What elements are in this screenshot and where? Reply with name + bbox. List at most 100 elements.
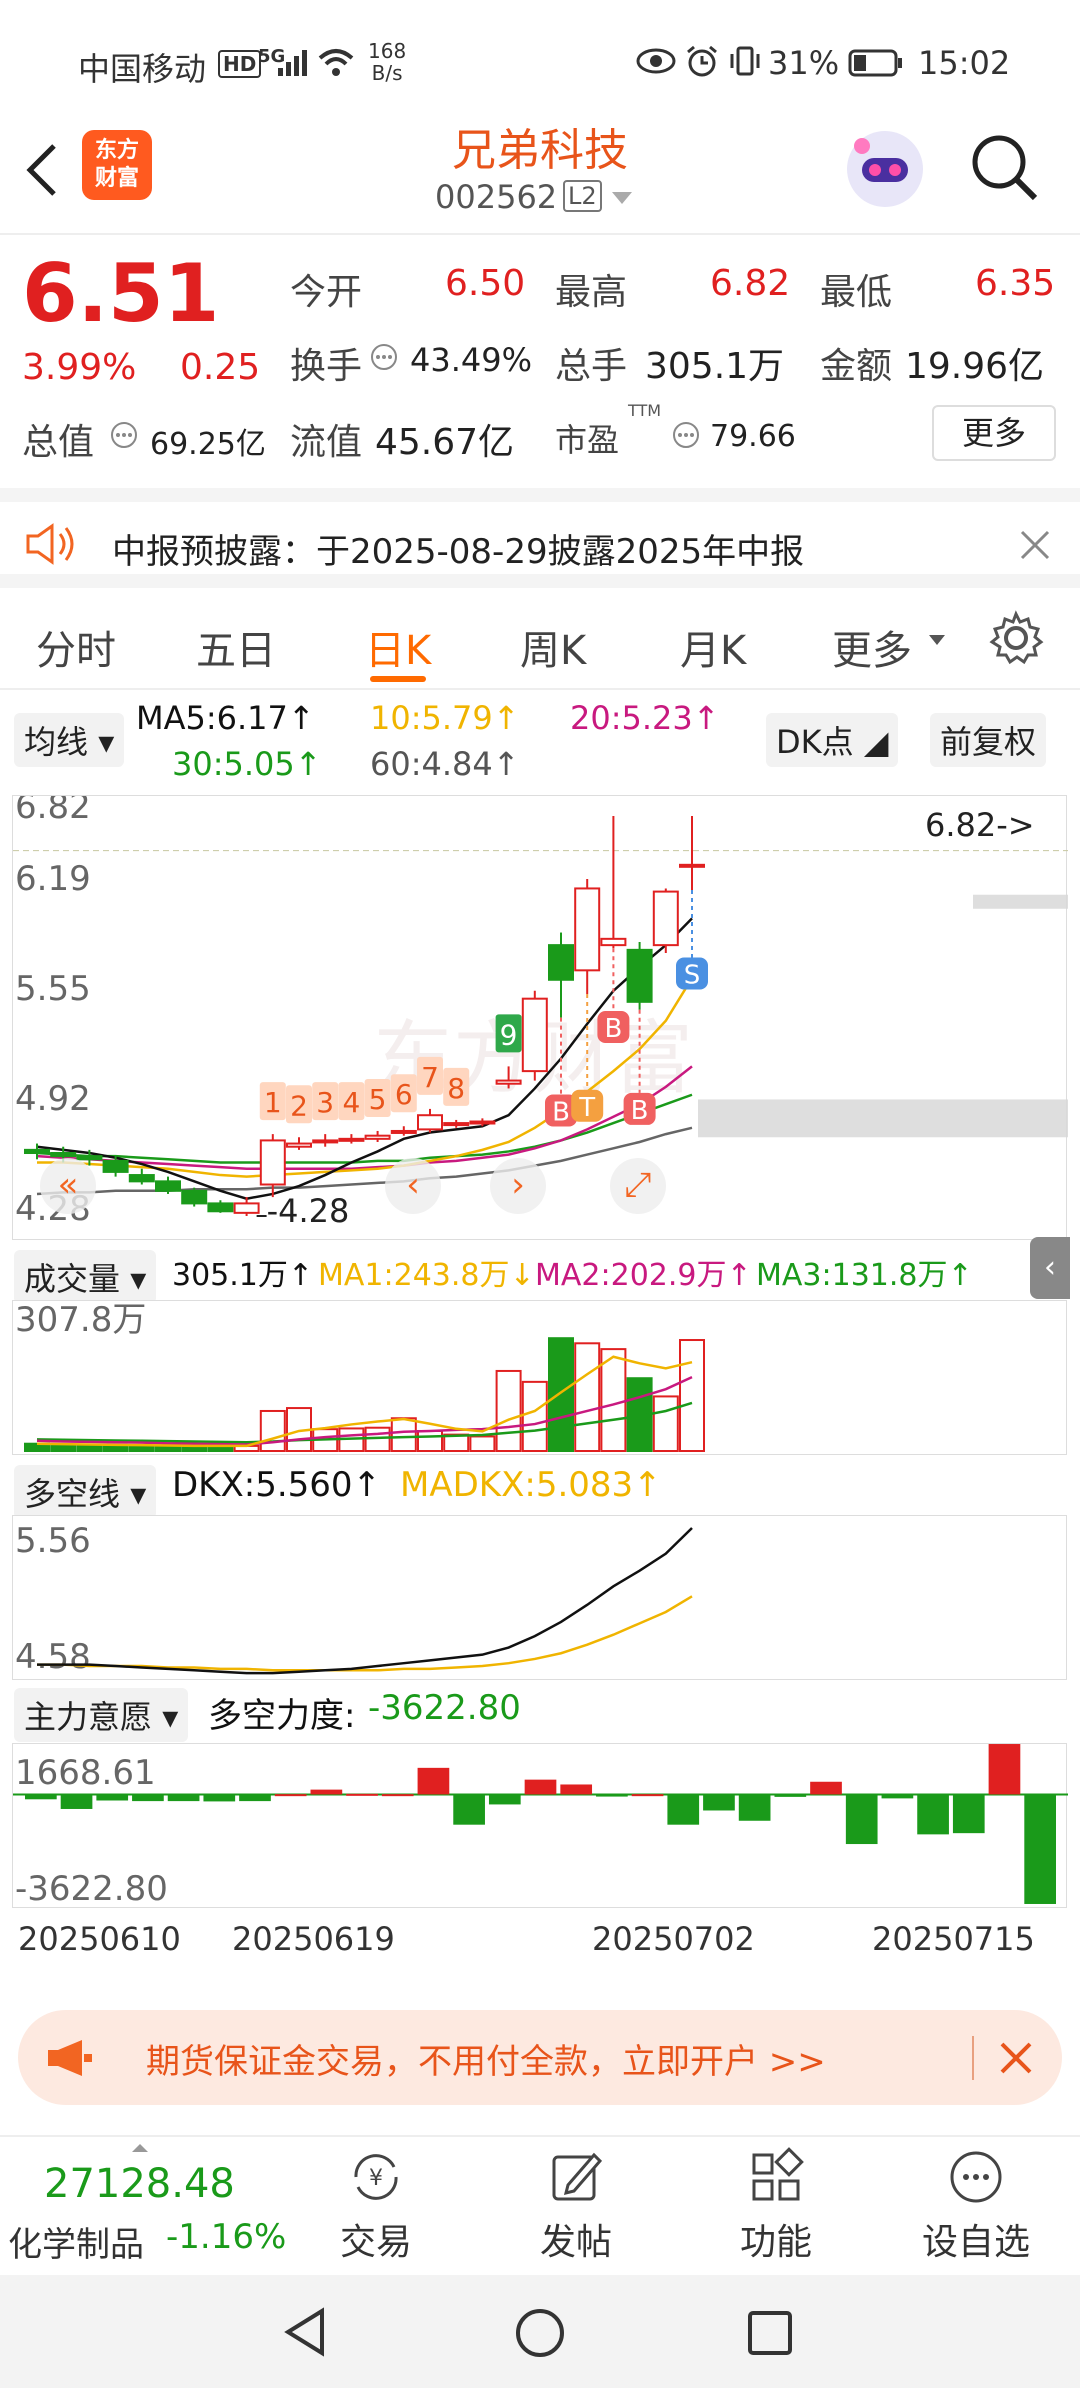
- dk-point-button[interactable]: DK点 ◢: [766, 713, 899, 767]
- volume-value: 305.1万: [645, 346, 785, 387]
- tab-five-day[interactable]: 五日: [196, 618, 276, 676]
- tab-weekly-k[interactable]: 周K: [520, 618, 586, 676]
- change-percent: 3.99%: [22, 347, 137, 388]
- low-label: 最低: [820, 272, 893, 313]
- robot-avatar-icon[interactable]: [840, 124, 930, 214]
- search-icon[interactable]: [965, 128, 1045, 208]
- x-axis-label: 20250702: [592, 1920, 755, 1958]
- power-bar: [988, 1744, 1021, 1795]
- info-dots-icon[interactable]: [672, 421, 700, 449]
- sequence-count-label: 9: [500, 1018, 518, 1051]
- volume-chart[interactable]: 307.8万: [13, 1300, 1068, 1456]
- home-circle-icon[interactable]: [514, 2307, 566, 2359]
- back-triangle-icon[interactable]: [280, 2307, 330, 2357]
- quote-panel: 6.51 3.99% 0.25 总值 69.25亿 今开 6.50 最高 6.8…: [0, 235, 1080, 485]
- nav-functions[interactable]: 功能: [706, 2147, 846, 2265]
- tab-daily-k[interactable]: 日K: [365, 618, 431, 676]
- dkx-panel[interactable]: 5.56 4.58: [12, 1515, 1067, 1680]
- volume-bar: [259, 1409, 286, 1452]
- edit-icon: [552, 2152, 603, 2201]
- kline-panel[interactable]: 东方财富6.826.195.554.924.28123456789BTBBS6.…: [12, 787, 1068, 1241]
- power-bar: [881, 1794, 914, 1799]
- power-panel[interactable]: 1668.61 -3622.80: [12, 1743, 1068, 1909]
- ma-selector[interactable]: 均线 ▾: [14, 713, 125, 767]
- candle-body: [574, 887, 601, 972]
- more-button[interactable]: 更多: [932, 405, 1056, 461]
- dkx-chart[interactable]: 5.56 4.58: [13, 1516, 1068, 1681]
- x-axis-label: 20250715: [872, 1920, 1035, 1958]
- caret-down-icon[interactable]: [928, 634, 946, 646]
- nav-trade[interactable]: ¥ 交易: [306, 2147, 446, 2265]
- volume-bar: [390, 1417, 417, 1453]
- tab-intraday[interactable]: 分时: [36, 618, 116, 676]
- turnover-label: 换手: [290, 346, 363, 387]
- amount-label: 金额: [820, 346, 893, 387]
- volume-panel[interactable]: 307.8万: [12, 1300, 1067, 1455]
- info-dots-icon[interactable]: [110, 421, 138, 449]
- volume-selector[interactable]: 成交量 ▾: [14, 1250, 157, 1304]
- power-bar: [667, 1794, 700, 1825]
- madkx-value-label: MADKX:5.083↑: [400, 1465, 662, 1505]
- sequence-count-label: 2: [290, 1089, 308, 1122]
- power-bar: [96, 1794, 129, 1801]
- candle-body: [128, 1174, 155, 1183]
- adjust-button[interactable]: 前复权: [930, 713, 1047, 767]
- tab-more[interactable]: 更多: [832, 618, 912, 676]
- clock: 15:02: [918, 44, 1011, 82]
- madkx-line: [37, 1595, 693, 1672]
- sequence-count-label: 3: [316, 1086, 334, 1119]
- power-bar: [810, 1781, 842, 1795]
- chevron-down-icon[interactable]: [610, 190, 634, 206]
- signal-label: B: [604, 1014, 622, 1044]
- info-dots-icon[interactable]: [370, 343, 398, 371]
- sequence-count-label: 7: [421, 1061, 439, 1094]
- market-cap-value: 69.25亿: [150, 427, 266, 462]
- nav-watchlist[interactable]: 设自选: [906, 2147, 1046, 2265]
- y-axis-label: -3622.80: [15, 1869, 168, 1909]
- tab-monthly-k[interactable]: 月K: [680, 618, 746, 676]
- candle-body: [233, 1202, 260, 1214]
- power-chart[interactable]: 1668.61 -3622.80: [13, 1744, 1068, 1909]
- collapse-panel-button[interactable]: ‹: [1030, 1237, 1070, 1299]
- power-bar: [239, 1794, 271, 1802]
- power-bar: [60, 1794, 93, 1809]
- power-bar: [25, 1794, 57, 1800]
- power-bar: [952, 1794, 985, 1834]
- resistance-zone: [698, 1099, 1068, 1138]
- volume-bar: [417, 1429, 443, 1452]
- dkx-line: [37, 1527, 693, 1675]
- candle-body: [364, 1134, 391, 1140]
- volume-bar: [679, 1339, 705, 1452]
- power-bar: [631, 1794, 664, 1797]
- close-icon[interactable]: [1018, 528, 1052, 562]
- candle-body: [286, 1142, 312, 1148]
- vibrate-icon: [730, 46, 760, 76]
- power-selector[interactable]: 主力意愿 ▾: [14, 1688, 189, 1742]
- level-badge[interactable]: L2: [563, 180, 602, 212]
- notice-bar[interactable]: 中报预披露：于2025-08-29披露2025年中报: [0, 488, 1080, 588]
- power-bar: [738, 1794, 771, 1821]
- kline-chart[interactable]: 东方财富6.826.195.554.924.28123456789BTBBS6.…: [13, 787, 1068, 1241]
- gear-icon[interactable]: [988, 610, 1044, 666]
- recents-square-icon[interactable]: [746, 2309, 794, 2357]
- power-bar: [1024, 1794, 1056, 1904]
- index-value[interactable]: 27128.48: [44, 2161, 235, 2207]
- low-value: 6.35: [975, 263, 1056, 304]
- current-price: 6.51: [22, 247, 220, 340]
- index-name[interactable]: 化学制品: [8, 2217, 144, 2266]
- amount-value: 19.96亿: [905, 346, 1045, 387]
- ma20-label: 20:5.23↑: [570, 699, 720, 737]
- sequence-count-label: 6: [395, 1078, 413, 1111]
- volume-bar: [102, 1444, 129, 1453]
- power-bar: [167, 1794, 200, 1802]
- dkx-selector[interactable]: 多空线 ▾: [14, 1465, 157, 1519]
- nav-post[interactable]: 发帖: [506, 2147, 646, 2265]
- candle-body: [600, 937, 627, 947]
- ad-banner[interactable]: 期货保证金交易，不用付全款，立即开户 >>: [18, 2010, 1062, 2105]
- y-axis-label: 5.55: [15, 969, 91, 1009]
- eye-icon: [636, 48, 676, 74]
- y-axis-label: 6.82: [15, 796, 91, 827]
- index-change: -1.16%: [166, 2217, 287, 2257]
- speaker-icon: [26, 523, 74, 565]
- close-icon[interactable]: [996, 2038, 1036, 2078]
